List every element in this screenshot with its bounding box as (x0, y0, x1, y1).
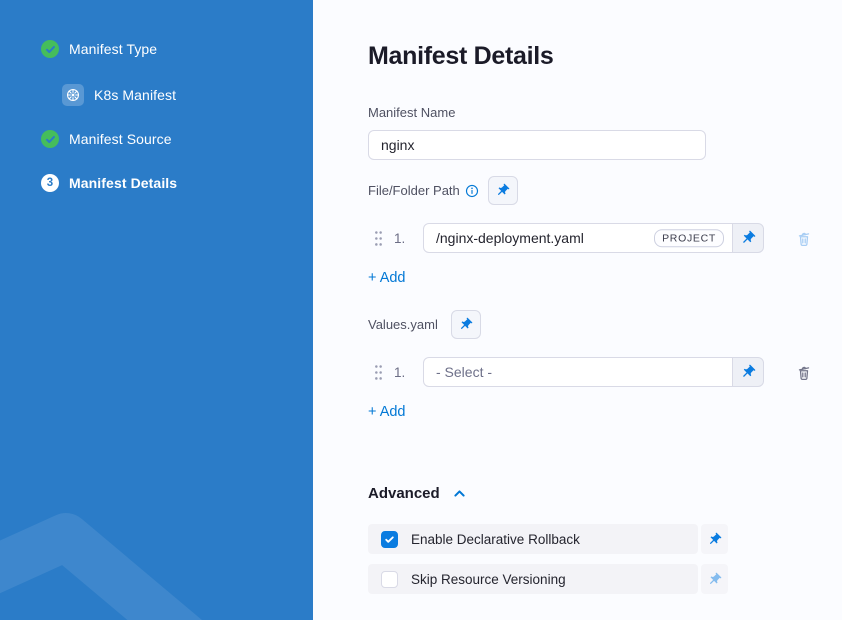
add-values-file-link[interactable]: + Add (368, 404, 406, 420)
sidebar-step-manifest-type[interactable]: Manifest Type (41, 38, 313, 60)
row-number: 1. (394, 365, 413, 380)
step-label: Manifest Type (69, 41, 157, 57)
add-file-path-link[interactable]: + Add (368, 270, 406, 286)
manifest-name-label: Manifest Name (368, 105, 455, 120)
delete-file-path-button[interactable] (795, 229, 813, 248)
values-file-input-group (423, 357, 764, 387)
drag-handle-icon[interactable] (374, 230, 383, 247)
skip-versioning-toggle[interactable]: Skip Resource Versioning (368, 564, 698, 594)
declarative-rollback-toggle[interactable]: Enable Declarative Rollback (368, 524, 698, 554)
file-folder-path-label: File/Folder Path (368, 183, 460, 198)
scope-badge: PROJECT (654, 229, 724, 247)
manifest-details-panel: Manifest Details Manifest Name File/Fold… (313, 0, 842, 620)
step-number-badge: 3 (41, 174, 59, 192)
chevron-up-icon (452, 486, 467, 501)
file-path-pin-button[interactable] (732, 223, 764, 253)
drag-handle-icon[interactable] (374, 364, 383, 381)
advanced-section-toggle[interactable]: Advanced (368, 485, 842, 502)
delete-values-file-button[interactable] (795, 363, 813, 382)
page-title: Manifest Details (368, 42, 842, 71)
manifest-wizard: Manifest Type K8s Manifest Manifest Sour… (0, 0, 842, 620)
option-label: Enable Declarative Rollback (411, 532, 580, 547)
wizard-steps: Manifest Type K8s Manifest Manifest Sour… (0, 0, 313, 194)
row-number: 1. (394, 231, 413, 246)
values-file-select[interactable] (423, 357, 733, 387)
manifest-name-input[interactable] (368, 130, 706, 160)
sidebar-step-manifest-details[interactable]: 3 Manifest Details (41, 172, 313, 194)
values-file-pin-button[interactable] (732, 357, 764, 387)
file-path-input-group: PROJECT (423, 223, 764, 253)
info-icon[interactable] (465, 184, 479, 198)
declarative-rollback-checkbox[interactable] (381, 531, 398, 548)
values-file-row: 1. (368, 357, 842, 387)
kubernetes-icon (62, 84, 84, 106)
skip-versioning-checkbox[interactable] (381, 571, 398, 588)
file-folder-path-label-row: File/Folder Path (368, 176, 842, 205)
step-label: Manifest Source (69, 131, 172, 147)
file-path-row: 1. PROJECT (368, 223, 842, 253)
option-label: Skip Resource Versioning (411, 572, 566, 587)
step-complete-icon (41, 40, 59, 58)
option-row-declarative-rollback: Enable Declarative Rollback (368, 524, 728, 554)
advanced-label: Advanced (368, 485, 440, 502)
sidebar-step-manifest-source[interactable]: Manifest Source (41, 128, 313, 150)
sidebar-substep-k8s-manifest[interactable]: K8s Manifest (62, 84, 313, 106)
declarative-rollback-pin-button[interactable] (701, 524, 728, 554)
values-yaml-label: Values.yaml (368, 317, 438, 332)
values-yaml-label-row: Values.yaml (368, 310, 842, 339)
step-label: K8s Manifest (94, 87, 176, 103)
option-row-skip-versioning: Skip Resource Versioning (368, 564, 728, 594)
file-folder-path-pin-button[interactable] (488, 176, 518, 205)
skip-versioning-pin-button[interactable] (701, 564, 728, 594)
wizard-sidebar: Manifest Type K8s Manifest Manifest Sour… (0, 0, 313, 620)
values-yaml-pin-button[interactable] (451, 310, 481, 339)
step-complete-icon (41, 130, 59, 148)
step-label: Manifest Details (69, 175, 177, 191)
